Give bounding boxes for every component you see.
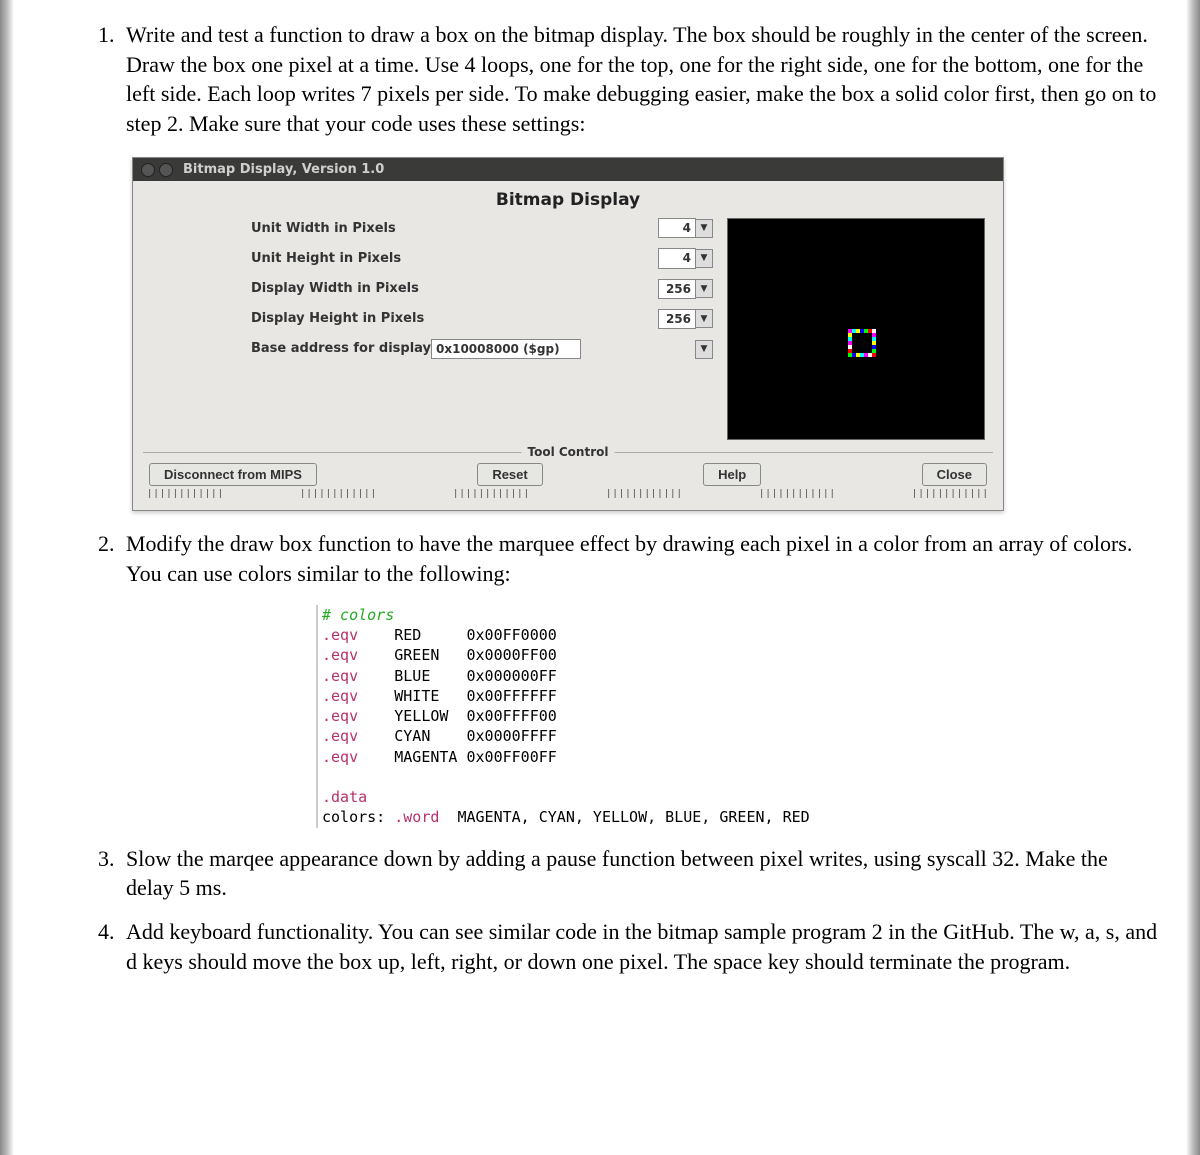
display-height-label: Display Height in Pixels [251,310,431,328]
question-1-text: Write and test a function to draw a box … [126,22,1156,136]
window-heading: Bitmap Display [133,181,1003,218]
display-width-dropdown[interactable]: ▼ [695,279,713,298]
window-control-icon[interactable] [159,163,173,177]
display-width-value: 256 [658,279,696,299]
bitmap-preview [727,218,985,440]
base-addr-dropdown[interactable]: ▼ [695,340,713,359]
base-addr-value: 0x10008000 ($gp) [431,339,581,359]
unit-height-dropdown[interactable]: ▼ [695,249,713,268]
disconnect-button[interactable]: Disconnect from MIPS [149,463,317,486]
window-titlebar: Bitmap Display, Version 1.0 [133,158,1003,182]
display-width-label: Display Width in Pixels [251,280,431,298]
reset-button[interactable]: Reset [477,463,542,486]
display-height-dropdown[interactable]: ▼ [695,309,713,328]
unit-width-dropdown[interactable]: ▼ [695,219,713,238]
question-4-text: Add keyboard functionality. You can see … [126,919,1157,974]
bitmap-display-window: Bitmap Display, Version 1.0 Bitmap Displ… [132,157,1004,512]
unit-height-value: 4 [658,248,696,268]
close-button[interactable]: Close [922,463,987,486]
unit-height-label: Unit Height in Pixels [251,250,431,268]
base-addr-label: Base address for display [251,340,431,358]
unit-width-value: 4 [658,218,696,238]
display-height-value: 256 [658,309,696,329]
tool-control-label: Tool Control [522,444,615,460]
question-2-text: Modify the draw box function to have the… [126,531,1132,586]
window-control-icon[interactable] [141,163,155,177]
window-footer-dashes: |||||||||||||||||||||||||||||||||||| |||… [143,486,993,500]
question-3-text: Slow the marqee appearance down by addin… [126,846,1108,901]
help-button[interactable]: Help [703,463,761,486]
color-code-block: # colors .eqv RED 0x00FF0000 .eqv GREEN … [316,605,1160,828]
unit-width-label: Unit Width in Pixels [251,220,431,238]
window-titlebar-text: Bitmap Display, Version 1.0 [183,161,384,179]
